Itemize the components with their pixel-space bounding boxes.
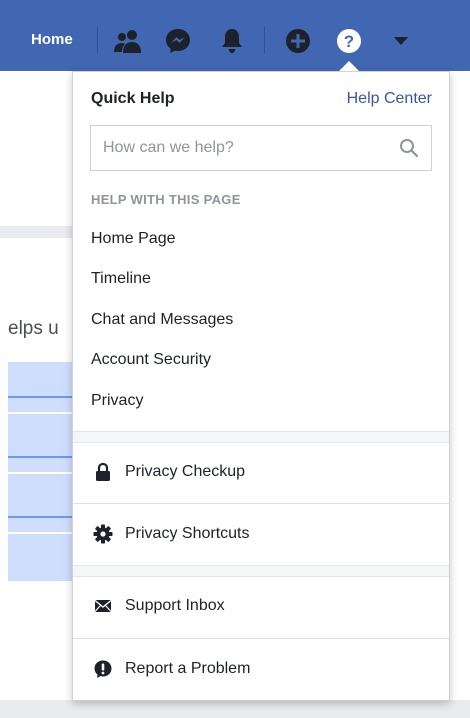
gear-icon	[93, 524, 113, 544]
privacy-shortcuts-label: Privacy Shortcuts	[125, 525, 250, 542]
background-line	[8, 532, 78, 534]
messenger-icon[interactable]	[163, 27, 193, 55]
friends-icon[interactable]	[113, 27, 143, 55]
quick-help-header: Quick Help Help Center	[73, 72, 449, 122]
envelope-icon	[93, 596, 113, 616]
support-inbox-label: Support Inbox	[125, 597, 225, 614]
dropdown-caret	[339, 61, 359, 71]
background-line	[8, 516, 78, 518]
quick-help-title: Quick Help	[91, 90, 175, 107]
account-menu-icon[interactable]	[386, 27, 416, 55]
background-line	[8, 412, 78, 414]
background-partial-text: elps u	[8, 318, 59, 339]
privacy-checkup-label: Privacy Checkup	[125, 463, 246, 480]
background-footer-strip	[0, 700, 470, 718]
privacy-shortcuts-item[interactable]: Privacy Shortcuts	[73, 504, 449, 564]
svg-text:?: ?	[344, 32, 354, 51]
help-search-box[interactable]	[90, 125, 432, 171]
create-icon[interactable]	[283, 27, 313, 55]
help-link-home-page[interactable]: Home Page	[91, 229, 176, 249]
quick-help-dropdown: Quick Help Help Center HELP WITH THIS PA…	[72, 71, 450, 701]
search-icon[interactable]	[399, 138, 419, 158]
help-search-input[interactable]	[91, 126, 381, 170]
report-a-problem-label: Report a Problem	[125, 660, 251, 677]
lock-icon	[93, 462, 113, 482]
report-a-problem-item[interactable]: Report a Problem	[73, 639, 449, 699]
help-link-privacy[interactable]: Privacy	[91, 391, 143, 411]
top-navigation-bar: Home ?	[0, 0, 470, 71]
home-link[interactable]: Home	[31, 30, 73, 50]
help-link-timeline[interactable]: Timeline	[91, 269, 151, 289]
help-center-link[interactable]: Help Center	[347, 90, 432, 108]
help-icon[interactable]: ?	[334, 27, 364, 55]
background-strip	[0, 226, 78, 238]
support-inbox-item[interactable]: Support Inbox	[73, 576, 449, 636]
nav-separator	[264, 27, 265, 53]
help-link-account-security[interactable]: Account Security	[91, 350, 211, 370]
background-line	[8, 456, 78, 458]
background-line	[8, 396, 78, 398]
alert-bubble-icon	[93, 659, 113, 679]
notifications-icon[interactable]	[217, 27, 247, 55]
help-link-chat-and-messages[interactable]: Chat and Messages	[91, 310, 233, 330]
help-section-label: HELP WITH THIS PAGE	[91, 192, 241, 207]
nav-separator	[97, 27, 98, 53]
background-line	[8, 472, 78, 474]
privacy-checkup-item[interactable]: Privacy Checkup	[73, 442, 449, 502]
